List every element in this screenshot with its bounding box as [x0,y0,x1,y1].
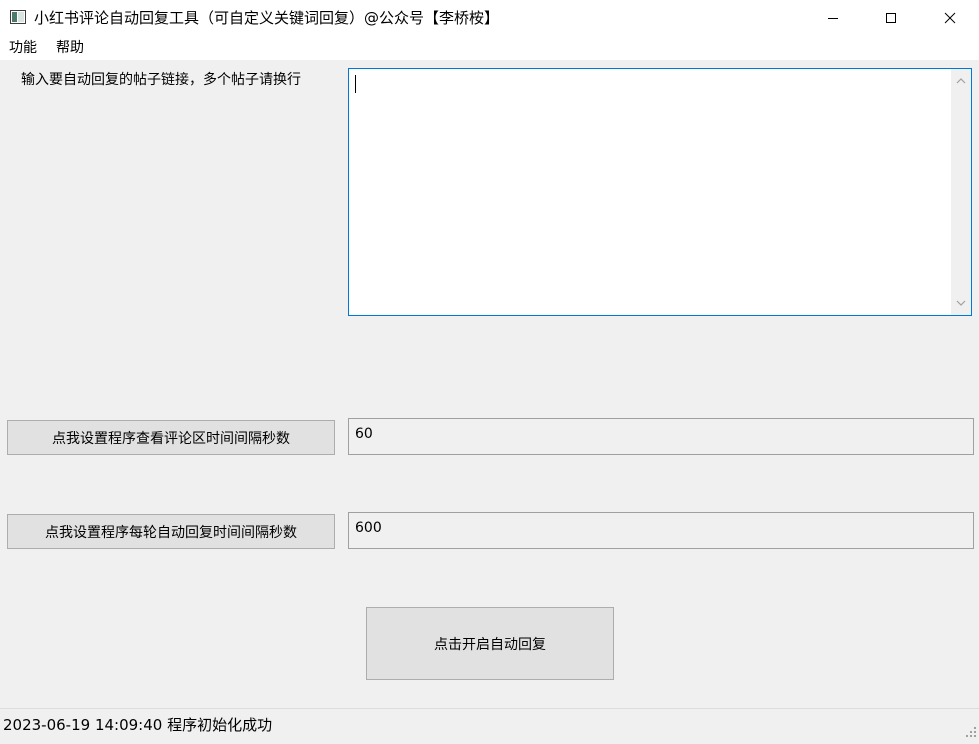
reply-interval-value: 600 [355,520,382,536]
set-reply-interval-button[interactable]: 点我设置程序每轮自动回复时间间隔秒数 [7,514,335,549]
maximize-icon [886,13,896,23]
status-text: 2023-06-19 14:09:40 程序初始化成功 [3,716,273,734]
maximize-button[interactable] [862,0,920,36]
post-links-textarea[interactable] [348,68,972,316]
scroll-down-button[interactable] [951,293,971,313]
minimize-icon [828,18,838,19]
resize-grip-icon[interactable] [965,726,977,738]
close-button[interactable] [921,0,979,36]
set-check-interval-button[interactable]: 点我设置程序查看评论区时间间隔秒数 [7,420,335,455]
set-check-interval-label: 点我设置程序查看评论区时间间隔秒数 [52,430,290,447]
text-caret [355,75,356,93]
set-reply-interval-label: 点我设置程序每轮自动回复时间间隔秒数 [45,524,297,541]
status-bar: 2023-06-19 14:09:40 程序初始化成功 [0,708,979,744]
chevron-up-icon [956,78,966,84]
start-auto-reply-button[interactable]: 点击开启自动回复 [366,607,614,680]
close-icon [944,12,956,24]
menu-item-function[interactable]: 功能 [9,39,37,57]
check-interval-field[interactable]: 60 [348,418,974,455]
window-title: 小红书评论自动回复工具（可自定义关键词回复）@公众号【李桥桉】 [34,9,500,27]
title-bar[interactable]: 小红书评论自动回复工具（可自定义关键词回复）@公众号【李桥桉】 [0,0,979,36]
vertical-scrollbar[interactable] [951,69,971,315]
menu-bar: 功能 帮助 [0,36,979,60]
reply-interval-field[interactable]: 600 [348,512,974,549]
scroll-up-button[interactable] [951,71,971,91]
post-links-label: 输入要自动回复的帖子链接，多个帖子请换行 [21,72,301,88]
app-window: 小红书评论自动回复工具（可自定义关键词回复）@公众号【李桥桉】 功能 帮助 输入… [0,0,979,744]
menu-item-help[interactable]: 帮助 [56,39,84,57]
minimize-button[interactable] [804,0,862,36]
app-window-icon [10,10,26,24]
chevron-down-icon [956,300,966,306]
start-auto-reply-label: 点击开启自动回复 [434,636,546,653]
check-interval-value: 60 [355,426,373,442]
